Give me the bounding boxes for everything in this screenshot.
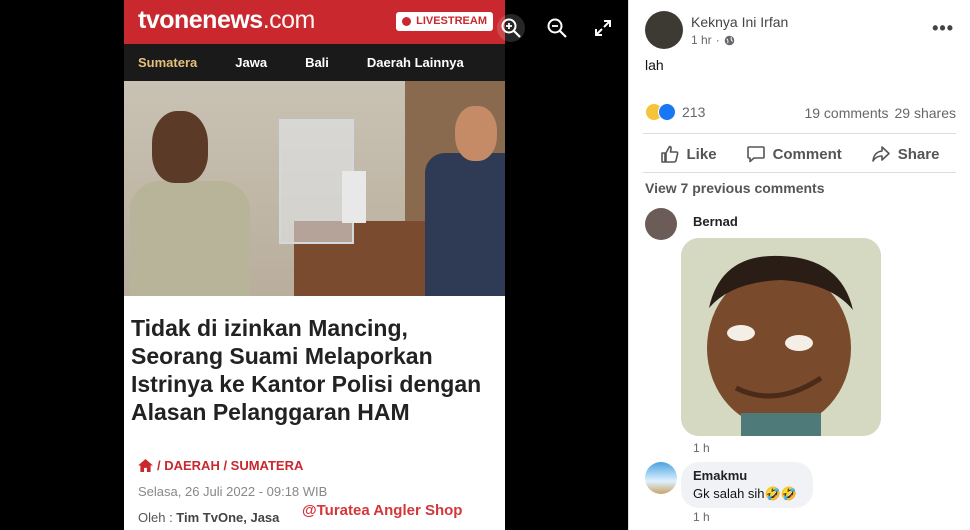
like-reaction-icon [658,103,676,121]
zoom-out-button[interactable] [543,14,571,42]
shared-photo[interactable]: tvonenews.com LIVESTREAM Sumatera Jawa B… [124,0,505,530]
news-nav: Sumatera Jawa Bali Daerah Lainnya [124,44,505,81]
news-header: tvonenews.com LIVESTREAM [124,0,505,44]
home-icon [138,458,153,472]
post-time[interactable]: 1 hr [691,33,712,47]
post-meta: 1 hr · [691,33,788,47]
fullscreen-icon [595,20,611,36]
divider [643,133,956,134]
post-panel: Keknya Ini Irfan 1 hr · ••• lah 213 19 c… [628,0,970,530]
post-text: lah [645,57,664,73]
share-label: Share [897,145,940,163]
zoom-out-icon [547,18,567,38]
news-logo: tvonenews.com [138,6,315,34]
zoom-in-icon [501,18,521,38]
shares-count[interactable]: 29 shares [895,105,956,121]
comment-text: Gk salah sih🤣🤣 [693,486,797,501]
comment-label: Comment [772,145,842,163]
more-options-button[interactable]: ••• [932,18,954,39]
avatar[interactable] [645,208,677,240]
comment-sticker [681,238,881,436]
avatar[interactable] [645,11,683,49]
comment-author[interactable]: Bernad [693,214,738,229]
nav-sumatera: Sumatera [138,55,198,70]
breadcrumb: / DAERAH / SUMATERA [124,456,505,474]
photo-viewer: tvonenews.com LIVESTREAM Sumatera Jawa B… [0,0,628,530]
breadcrumb-text: / DAERAH / SUMATERA [157,457,304,473]
like-label: Like [686,145,717,163]
globe-icon [724,35,734,45]
officer [425,153,505,296]
watermark: @Turatea Angler Shop [302,502,463,519]
comment-button[interactable]: Comment [746,140,842,168]
post-author[interactable]: Keknya Ini Irfan [691,14,788,30]
dot-separator: · [715,33,720,47]
comment-time[interactable]: 1 h [693,510,710,524]
nav-bali: Bali [305,55,329,70]
man-left [130,181,250,296]
man-left-head [152,111,208,183]
nav-daerah-lainnya: Daerah Lainnya [366,55,464,70]
nav-jawa: Jawa [235,55,268,70]
article-date: Selasa, 26 Juli 2022 - 09:18 WIB [138,484,328,499]
avatar[interactable] [645,462,677,494]
viewer-toolbar [497,14,617,42]
share-button[interactable]: Share [871,140,940,168]
fullscreen-button[interactable] [589,14,617,42]
livestream-badge: LIVESTREAM [396,12,493,31]
like-button[interactable]: Like [660,140,717,168]
divider [643,172,956,173]
post-actions: Like Comment Share [645,140,954,168]
comments-count[interactable]: 19 comments [804,105,888,121]
article-headline: Tidak di izinkan Mancing, Seorang Suami … [131,315,482,425]
share-icon [871,146,890,162]
zoom-in-button[interactable] [497,14,525,42]
post-header: Keknya Ini Irfan 1 hr · [645,11,788,49]
wall-phone [342,171,366,223]
sticker-image [681,238,881,436]
news-photo [124,81,505,296]
comment-icon [746,146,765,163]
post-stats: 19 comments 29 shares [804,105,956,121]
reaction-count: 213 [682,104,706,120]
reactions-summary[interactable]: 213 [645,103,705,121]
comment-time[interactable]: 1 h [693,441,710,455]
view-previous-comments[interactable]: View 7 previous comments [645,180,824,196]
officer-head [455,106,497,161]
thumbs-up-icon [660,145,678,163]
comment-author[interactable]: Emakmu [693,468,747,483]
